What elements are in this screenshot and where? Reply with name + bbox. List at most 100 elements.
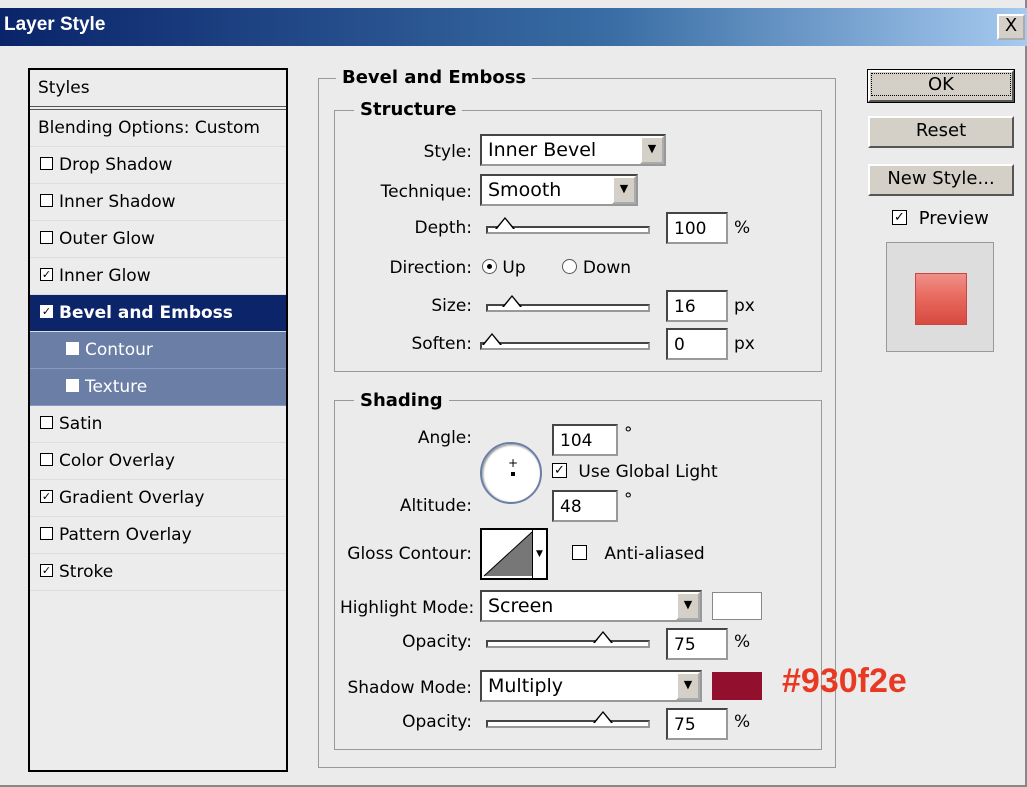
bevel-emboss-title: Bevel and Emboss [336, 67, 533, 88]
style-item-label: Drop Shadow [59, 155, 173, 175]
gradient-overlay-checkbox[interactable]: ✓ [40, 489, 53, 503]
preview-label: Preview [918, 208, 989, 229]
crosshair-icon: + [508, 456, 519, 470]
layer-style-dialog: Layer Style X Styles Blending Options: C… [0, 0, 1027, 787]
size-label: Size: [431, 296, 472, 316]
depth-slider-thumb[interactable] [495, 217, 515, 229]
gloss-contour-picker[interactable]: ▼ [480, 528, 548, 580]
preview-thumbnail [886, 242, 994, 352]
shadow-opacity-slider[interactable] [486, 711, 650, 728]
styles-header[interactable]: Styles [30, 70, 286, 110]
highlight-opacity-unit: % [734, 632, 751, 652]
shadow-color-swatch[interactable] [712, 672, 762, 700]
style-label: Style: [423, 142, 472, 162]
style-item-contour[interactable]: Contour [30, 332, 286, 369]
shadow-mode-dropdown[interactable]: Multiply ▼ [480, 670, 702, 702]
depth-unit: % [734, 218, 751, 238]
style-item-label: Gradient Overlay [59, 488, 205, 508]
close-button[interactable]: X [997, 14, 1025, 40]
technique-label: Technique: [380, 182, 472, 202]
shadow-opacity-thumb[interactable] [593, 711, 613, 723]
direction-up-label: Up [502, 258, 526, 278]
direction-radio-group: Up Down [482, 258, 631, 278]
shadow-color-annotation: #930f2e [782, 662, 907, 700]
style-item-pattern-overlay[interactable]: Pattern Overlay [30, 517, 286, 554]
technique-value: Smooth [488, 179, 562, 201]
style-dropdown[interactable]: Inner Bevel ▼ [480, 134, 666, 166]
altitude-input[interactable]: 48 [552, 490, 618, 522]
preview-checkbox[interactable]: ✓ [892, 209, 907, 225]
size-slider-thumb[interactable] [502, 295, 522, 307]
style-item-label: Inner Glow [59, 266, 151, 286]
technique-dropdown[interactable]: Smooth ▼ [480, 174, 638, 206]
ok-button[interactable]: OK [867, 69, 1015, 103]
highlight-opacity-slider[interactable] [486, 631, 650, 648]
highlight-mode-dropdown[interactable]: Screen ▼ [480, 590, 702, 622]
size-slider[interactable] [486, 295, 650, 312]
contour-checkbox[interactable] [66, 341, 79, 355]
direction-label: Direction: [389, 258, 472, 278]
soften-slider[interactable] [480, 333, 650, 350]
highlight-mode-label: Highlight Mode: [340, 598, 475, 618]
shading-title: Shading [354, 390, 449, 411]
style-item-bevel-and-emboss[interactable]: ✓ Bevel and Emboss [30, 295, 286, 332]
pattern-overlay-checkbox[interactable] [40, 526, 53, 540]
soften-label: Soften: [411, 334, 472, 354]
style-item-inner-shadow[interactable]: Inner Shadow [30, 184, 286, 221]
angle-label: Angle: [417, 428, 472, 448]
global-light-label: Use Global Light [578, 462, 718, 482]
drop-shadow-checkbox[interactable] [40, 156, 53, 170]
texture-checkbox[interactable] [66, 378, 79, 392]
style-item-stroke[interactable]: ✓ Stroke [30, 554, 286, 591]
style-item-outer-glow[interactable]: Outer Glow [30, 221, 286, 258]
soften-slider-thumb[interactable] [482, 333, 502, 345]
style-item-label: Inner Shadow [59, 192, 176, 212]
size-unit: px [734, 296, 755, 316]
inner-shadow-checkbox[interactable] [40, 193, 53, 207]
highlight-opacity-thumb[interactable] [593, 631, 613, 643]
style-item-color-overlay[interactable]: Color Overlay [30, 443, 286, 480]
direction-up-radio[interactable] [482, 258, 497, 274]
highlight-opacity-input[interactable]: 75 [666, 628, 728, 660]
angle-dot [511, 472, 515, 476]
size-input[interactable]: 16 [666, 290, 728, 322]
direction-down-radio[interactable] [562, 258, 578, 274]
stroke-checkbox[interactable]: ✓ [40, 563, 53, 577]
depth-input[interactable]: 100 [666, 212, 728, 244]
new-style-button[interactable]: New Style... [868, 164, 1014, 196]
highlight-color-swatch[interactable] [712, 592, 762, 620]
global-light-option[interactable]: ✓ Use Global Light [552, 462, 718, 482]
blending-options-item[interactable]: Blending Options: Custom [30, 110, 286, 147]
style-item-texture[interactable]: Texture [30, 369, 286, 406]
style-item-label: Color Overlay [59, 451, 175, 471]
soften-input[interactable]: 0 [666, 328, 728, 360]
altitude-label: Altitude: [399, 496, 472, 516]
style-item-drop-shadow[interactable]: Drop Shadow [30, 147, 286, 184]
outer-glow-checkbox[interactable] [40, 230, 53, 244]
soften-unit: px [734, 334, 755, 354]
global-light-checkbox[interactable]: ✓ [552, 462, 567, 478]
shadow-opacity-input[interactable]: 75 [666, 708, 728, 740]
anti-aliased-label: Anti-aliased [604, 544, 705, 564]
style-item-label: Contour [85, 340, 153, 360]
style-item-inner-glow[interactable]: ✓ Inner Glow [30, 258, 286, 295]
preview-option[interactable]: ✓ Preview [892, 208, 989, 229]
chevron-down-icon: ▼ [640, 136, 664, 164]
angle-input[interactable]: 104 [552, 424, 618, 456]
anti-aliased-option[interactable]: Anti-aliased [572, 544, 705, 564]
inner-glow-checkbox[interactable]: ✓ [40, 267, 53, 281]
shadow-opacity-unit: % [734, 712, 751, 732]
anti-aliased-checkbox[interactable] [572, 544, 587, 560]
style-item-label: Satin [59, 414, 103, 434]
color-overlay-checkbox[interactable] [40, 452, 53, 466]
contour-icon [483, 531, 533, 577]
satin-checkbox[interactable] [40, 415, 53, 429]
reset-button[interactable]: Reset [868, 116, 1014, 148]
ok-label: OK [871, 73, 1011, 96]
angle-wheel[interactable]: + [480, 442, 542, 504]
style-item-satin[interactable]: Satin [30, 406, 286, 443]
depth-slider[interactable] [486, 217, 650, 234]
highlight-mode-value: Screen [488, 595, 554, 617]
style-item-gradient-overlay[interactable]: ✓ Gradient Overlay [30, 480, 286, 517]
bevel-checkbox[interactable]: ✓ [40, 304, 53, 318]
